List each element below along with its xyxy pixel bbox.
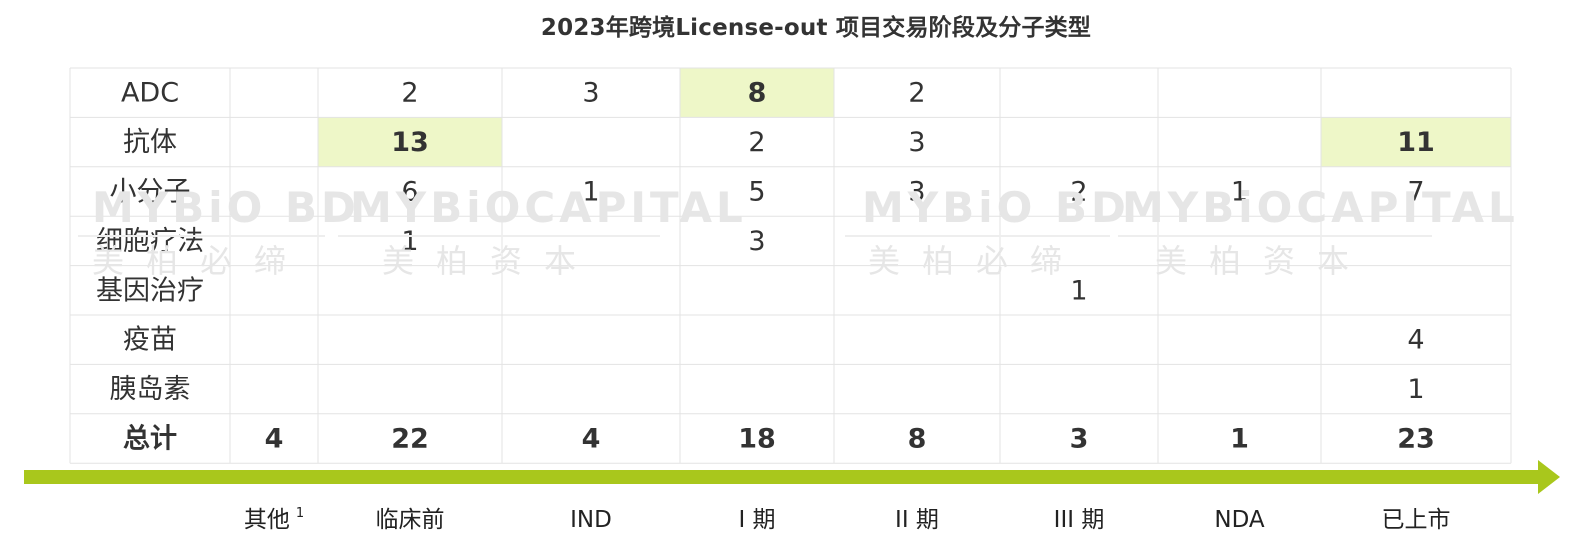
row-label-1: 抗体	[123, 127, 177, 158]
cell-value-0-3: 8	[748, 78, 767, 109]
cell-value-5-7: 4	[1407, 325, 1424, 356]
cell-value-1-7: 11	[1397, 127, 1435, 158]
row-label-6: 胰岛素	[110, 374, 191, 405]
cell-value-6-7: 1	[1407, 374, 1424, 405]
chart-svg: ADC抗体小分子细胞疗法基因治疗疫苗胰岛素总计 2 3 8 213 2 3 116 1 5 3 2 1…	[24, 67, 1560, 533]
stage-label-5: III 期	[1054, 507, 1105, 533]
cell-value-2-1: 6	[401, 177, 418, 208]
total-value-1: 22	[391, 424, 429, 455]
total-value-0: 4	[265, 424, 284, 455]
stage-footnote-0: 1	[296, 506, 304, 521]
arrow-shaft	[24, 470, 1544, 484]
total-value-2: 4	[582, 424, 601, 455]
cell-value-0-2: 3	[582, 78, 599, 109]
row-label-4: 基因治疗	[96, 275, 204, 306]
row-label-5: 疫苗	[123, 325, 177, 356]
row-label-2: 小分子	[110, 177, 191, 208]
cell-value-2-2: 1	[582, 177, 599, 208]
total-value-6: 1	[1230, 424, 1249, 455]
total-value-7: 23	[1397, 424, 1435, 455]
total-label: 总计	[123, 424, 177, 455]
cell-value-0-1: 2	[401, 78, 418, 109]
stage-labels: 其他 1 临床前 IND I 期 II 期 III 期 NDA 已上市	[244, 506, 1451, 533]
cell-value-2-4: 3	[908, 177, 925, 208]
cell-value-2-6: 1	[1231, 177, 1248, 208]
cell-value-1-3: 2	[748, 127, 765, 158]
row-label-3: 细胞疗法	[96, 226, 204, 257]
stage-label-7: 已上市	[1382, 507, 1451, 533]
table-grid	[69, 67, 1512, 464]
total-value-4: 8	[908, 424, 927, 455]
cell-value-1-1: 13	[391, 127, 429, 158]
stage-label-4: II 期	[895, 507, 939, 533]
total-value-5: 3	[1070, 424, 1089, 455]
total-value-3: 18	[738, 424, 776, 455]
stage-label-2: IND	[570, 507, 612, 533]
stage-label-1: 临床前	[376, 507, 445, 533]
stage-label-0: 其他 1	[244, 506, 304, 533]
stage-arrow	[24, 460, 1560, 494]
cell-value-3-1: 1	[401, 226, 418, 257]
cell-value-2-3: 5	[748, 177, 765, 208]
cell-value-2-7: 7	[1407, 177, 1424, 208]
stage-label-6: NDA	[1214, 507, 1265, 533]
cell-value-3-3: 3	[748, 226, 765, 257]
cell-value-0-4: 2	[908, 78, 925, 109]
cell-value-4-5: 1	[1070, 275, 1087, 306]
row-label-0: ADC	[121, 78, 179, 109]
arrow-head	[1538, 460, 1560, 494]
stage-label-3: I 期	[738, 507, 775, 533]
cell-value-2-5: 2	[1070, 177, 1087, 208]
cell-value-1-4: 3	[908, 127, 925, 158]
